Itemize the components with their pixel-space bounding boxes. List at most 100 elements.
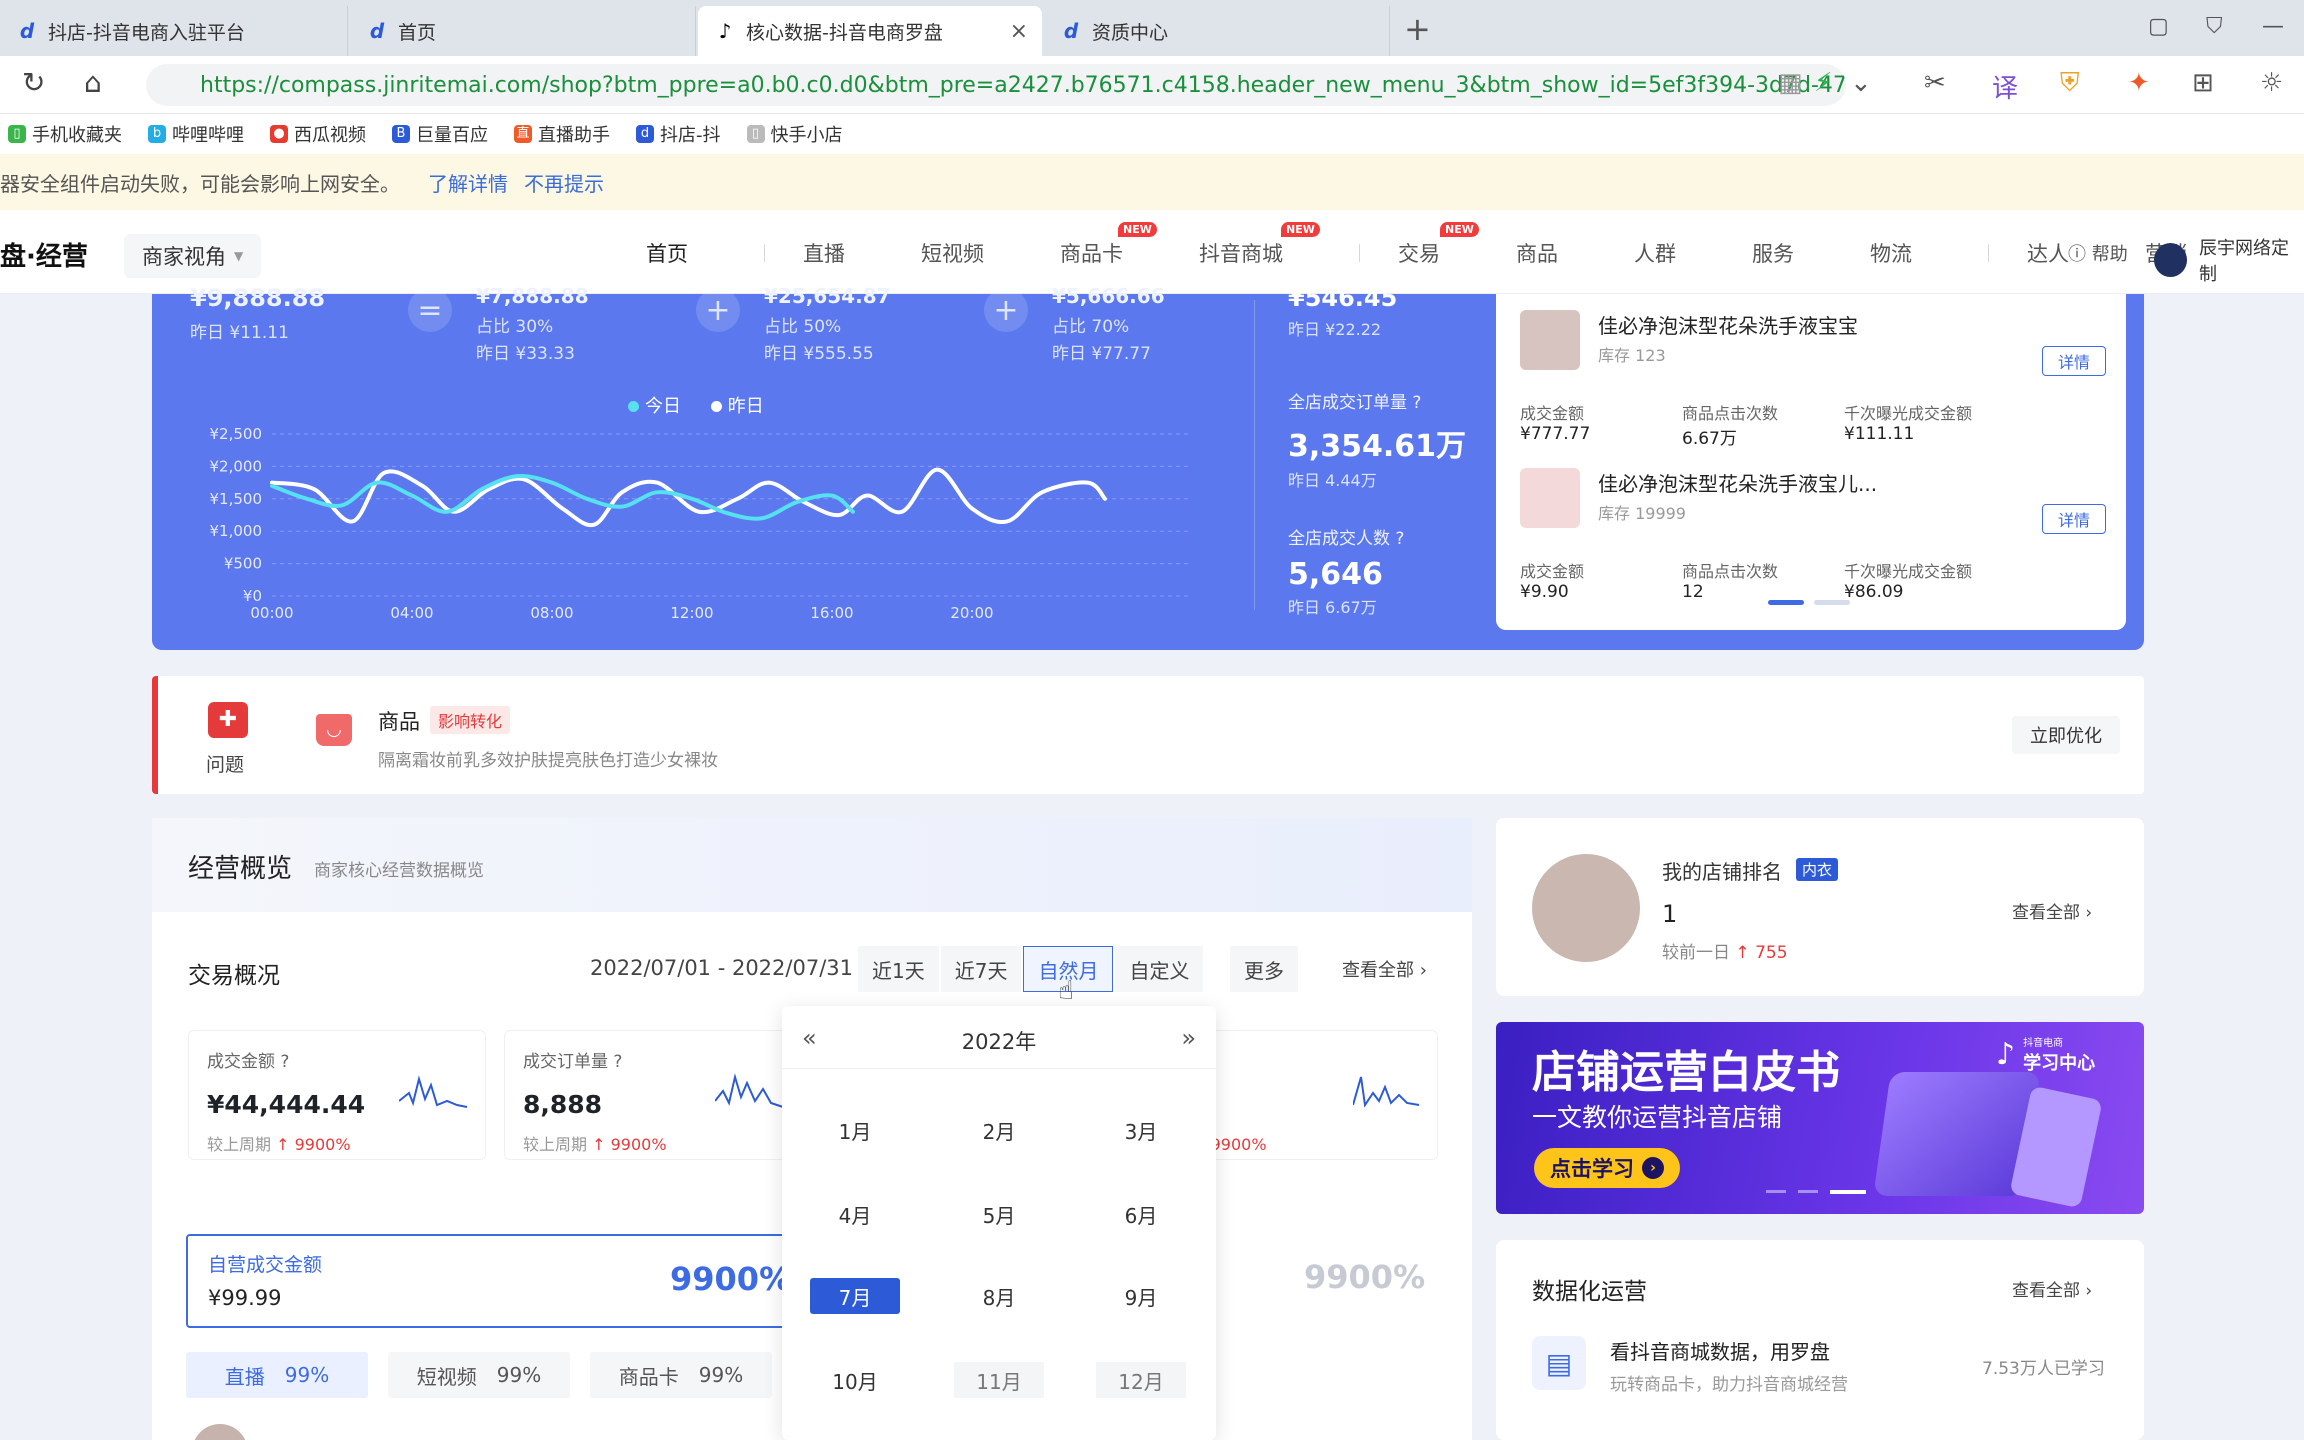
sparkline-line (715, 1073, 784, 1108)
overview-header: 经营概览 商家核心经营数据概览 (152, 818, 1472, 912)
range-1d[interactable]: 近1天 (858, 946, 939, 992)
bookmark-item[interactable]: B 巨量百应 (392, 121, 488, 147)
category-badge: 内衣 (1796, 858, 1839, 881)
menu-item-service[interactable]: 服务 (1752, 238, 1832, 268)
menu-item-product-card[interactable]: 商品卡 NEW (1060, 222, 1161, 268)
apps-grid-icon[interactable]: ⊞ (2192, 68, 2214, 98)
menu-item-mall[interactable]: 抖音商城 NEW (1199, 222, 1321, 268)
range-custom[interactable]: 自定义 (1115, 946, 1204, 992)
url-input[interactable]: https://compass.jinritemai.com/shop?btm_… (146, 64, 1846, 106)
menu-item-logistics[interactable]: 物流 (1870, 238, 1950, 268)
bookmark-item[interactable]: b 哔哩哔哩 (148, 121, 244, 147)
channel-live[interactable]: 直播 99% (186, 1352, 368, 1398)
next-year-icon[interactable]: » (1181, 1024, 1196, 1052)
home-icon[interactable]: ⌂ (84, 66, 102, 99)
logo[interactable]: 盘·经营 (0, 236, 88, 273)
legend-yesterday[interactable]: 昨日 (710, 396, 764, 417)
carousel-dot[interactable] (1766, 1190, 1786, 1193)
channel-product-card[interactable]: 商品卡 99% (590, 1352, 772, 1398)
bookmark-item[interactable]: 直直播助手 (514, 121, 610, 147)
range-7d[interactable]: 近7天 (940, 946, 1022, 992)
month-cell-selected[interactable]: 7月 (810, 1278, 900, 1314)
month-cell[interactable]: 4月 (810, 1196, 900, 1232)
minimize-icon[interactable]: — (2262, 14, 2284, 39)
chevron-down-icon[interactable]: ⌄ (1850, 68, 1872, 98)
tab-count-icon[interactable]: ▢ (2148, 14, 2169, 39)
browser-tab[interactable]: d 资质中心 (1044, 6, 1390, 56)
doudian-icon: d (636, 125, 654, 143)
carousel-dot[interactable] (1814, 600, 1850, 605)
question-icon[interactable]: ? (1395, 529, 1404, 549)
bookmark-item[interactable]: ▯ 手机收藏夹 (8, 121, 122, 147)
date-range[interactable]: 2022/07/01 - 2022/07/31 (590, 956, 853, 980)
new-badge: NEW (1281, 222, 1320, 237)
close-icon[interactable]: × (1010, 19, 1028, 44)
question-icon[interactable]: ? (280, 1052, 289, 1072)
self-sales-card[interactable]: 自营成交金额 ¥99.99 9900% (186, 1234, 791, 1328)
carousel-dot[interactable] (1798, 1190, 1818, 1193)
realtime-part: ¥7,888.88 占比 30% 昨日 ¥33.33 (476, 284, 589, 364)
menu-item-crowd[interactable]: 人群 (1634, 238, 1714, 268)
month-cell[interactable]: 2月 (954, 1112, 1044, 1148)
shirt-icon[interactable]: ⛉ (2206, 14, 2223, 39)
month-cell[interactable]: 6月 (1096, 1196, 1186, 1232)
chevron-right-icon: › (2085, 1281, 2093, 1301)
course-title[interactable]: 看抖音商城数据，用罗盘 (1610, 1336, 1830, 1365)
whitepaper-banner[interactable]: 店铺运营白皮书 一文教你运营抖音店铺 点击学习 › ♪ 抖音电商 学习中心 (1496, 1022, 2144, 1214)
month-cell[interactable]: 8月 (954, 1278, 1044, 1314)
menu-item-home[interactable]: 首页 (646, 238, 726, 268)
bookmark-item[interactable]: ▯ 快手小店 (746, 121, 843, 147)
help-link[interactable]: ⓘ 帮助 (2068, 240, 2128, 266)
browser-tab-active[interactable]: ♪ 核心数据-抖音电商罗盘 × (698, 6, 1042, 56)
lightning-icon[interactable]: ⚡ (1814, 68, 1832, 98)
page-icon: ▯ (746, 125, 765, 143)
learn-button[interactable]: 点击学习 › (1534, 1148, 1680, 1188)
bookmark-item[interactable]: d 抖店-抖 (636, 121, 721, 147)
theme-icon[interactable]: ☼ (2260, 68, 2283, 98)
question-icon[interactable]: ? (613, 1052, 622, 1072)
shield-icon[interactable]: ⛨ (2060, 68, 2080, 99)
y-tick-label: ¥2,000 (210, 457, 263, 475)
legend-today[interactable]: 今日 (628, 396, 681, 417)
dismiss-link[interactable]: 不再提示 (524, 168, 604, 197)
carousel-dot-active[interactable] (1768, 600, 1804, 605)
doudian-icon: d (19, 19, 35, 43)
qr-icon[interactable]: ▦ (1778, 68, 1803, 98)
menu-item-live[interactable]: 直播 (803, 238, 883, 268)
month-cell[interactable]: 10月 (810, 1362, 900, 1398)
detail-button[interactable]: 详情 (2042, 504, 2106, 534)
menu-item-trade[interactable]: 交易 NEW (1398, 222, 1479, 268)
month-cell[interactable]: 1月 (810, 1112, 900, 1148)
arrow-right-icon: › (1642, 1157, 1664, 1179)
month-cell[interactable]: 5月 (954, 1196, 1044, 1232)
optimize-button[interactable]: 立即优化 (2012, 716, 2120, 754)
browser-tab[interactable]: d 首页 (350, 6, 696, 56)
detail-button[interactable]: 详情 (2042, 346, 2106, 376)
metric-card[interactable]: 成交订单量 ? 8,888 较上周期 ↑ 9900% (504, 1030, 802, 1160)
channel-short-video[interactable]: 短视频 99% (388, 1352, 570, 1398)
new-tab-button[interactable]: + (1404, 10, 1431, 48)
browser-tab[interactable]: d 抖店-抖音电商入驻平台 (0, 6, 348, 56)
x-tick-label: 00:00 (250, 604, 293, 620)
learn-more-link[interactable]: 了解详情 (428, 168, 508, 197)
bookmark-item[interactable]: ● 西瓜视频 (270, 121, 366, 147)
plus-icon: + (696, 288, 740, 332)
scissors-icon[interactable]: ✂ (1924, 68, 1946, 98)
translate-icon[interactable]: 译 (1992, 68, 2018, 105)
view-selector[interactable]: 商家视角 ▼ (124, 234, 262, 278)
more-button[interactable]: 更多 (1230, 946, 1298, 992)
carousel-dot-active[interactable] (1830, 1190, 1866, 1194)
month-cell[interactable]: 3月 (1096, 1112, 1186, 1148)
extension-icon[interactable]: ✦ (2128, 68, 2150, 98)
menu-item-short-video[interactable]: 短视频 (921, 238, 1022, 268)
menu-item-product[interactable]: 商品 (1516, 238, 1596, 268)
view-all-link[interactable]: 查看全部 › (2012, 1276, 2092, 1301)
question-icon[interactable]: ? (1412, 393, 1421, 413)
doudian-icon: d (1063, 19, 1079, 43)
metric-card[interactable]: 成交金额 ? ¥44,444.44 较上周期 ↑ 9900% (188, 1030, 486, 1160)
view-all-link[interactable]: 查看全部 › (2012, 898, 2092, 923)
view-all-link[interactable]: 查看全部 › (1342, 956, 1427, 982)
month-cell[interactable]: 9月 (1096, 1278, 1186, 1314)
shop-account[interactable]: 辰宇网络定制 (2154, 234, 2304, 286)
reload-icon[interactable]: ↻ (22, 66, 45, 99)
